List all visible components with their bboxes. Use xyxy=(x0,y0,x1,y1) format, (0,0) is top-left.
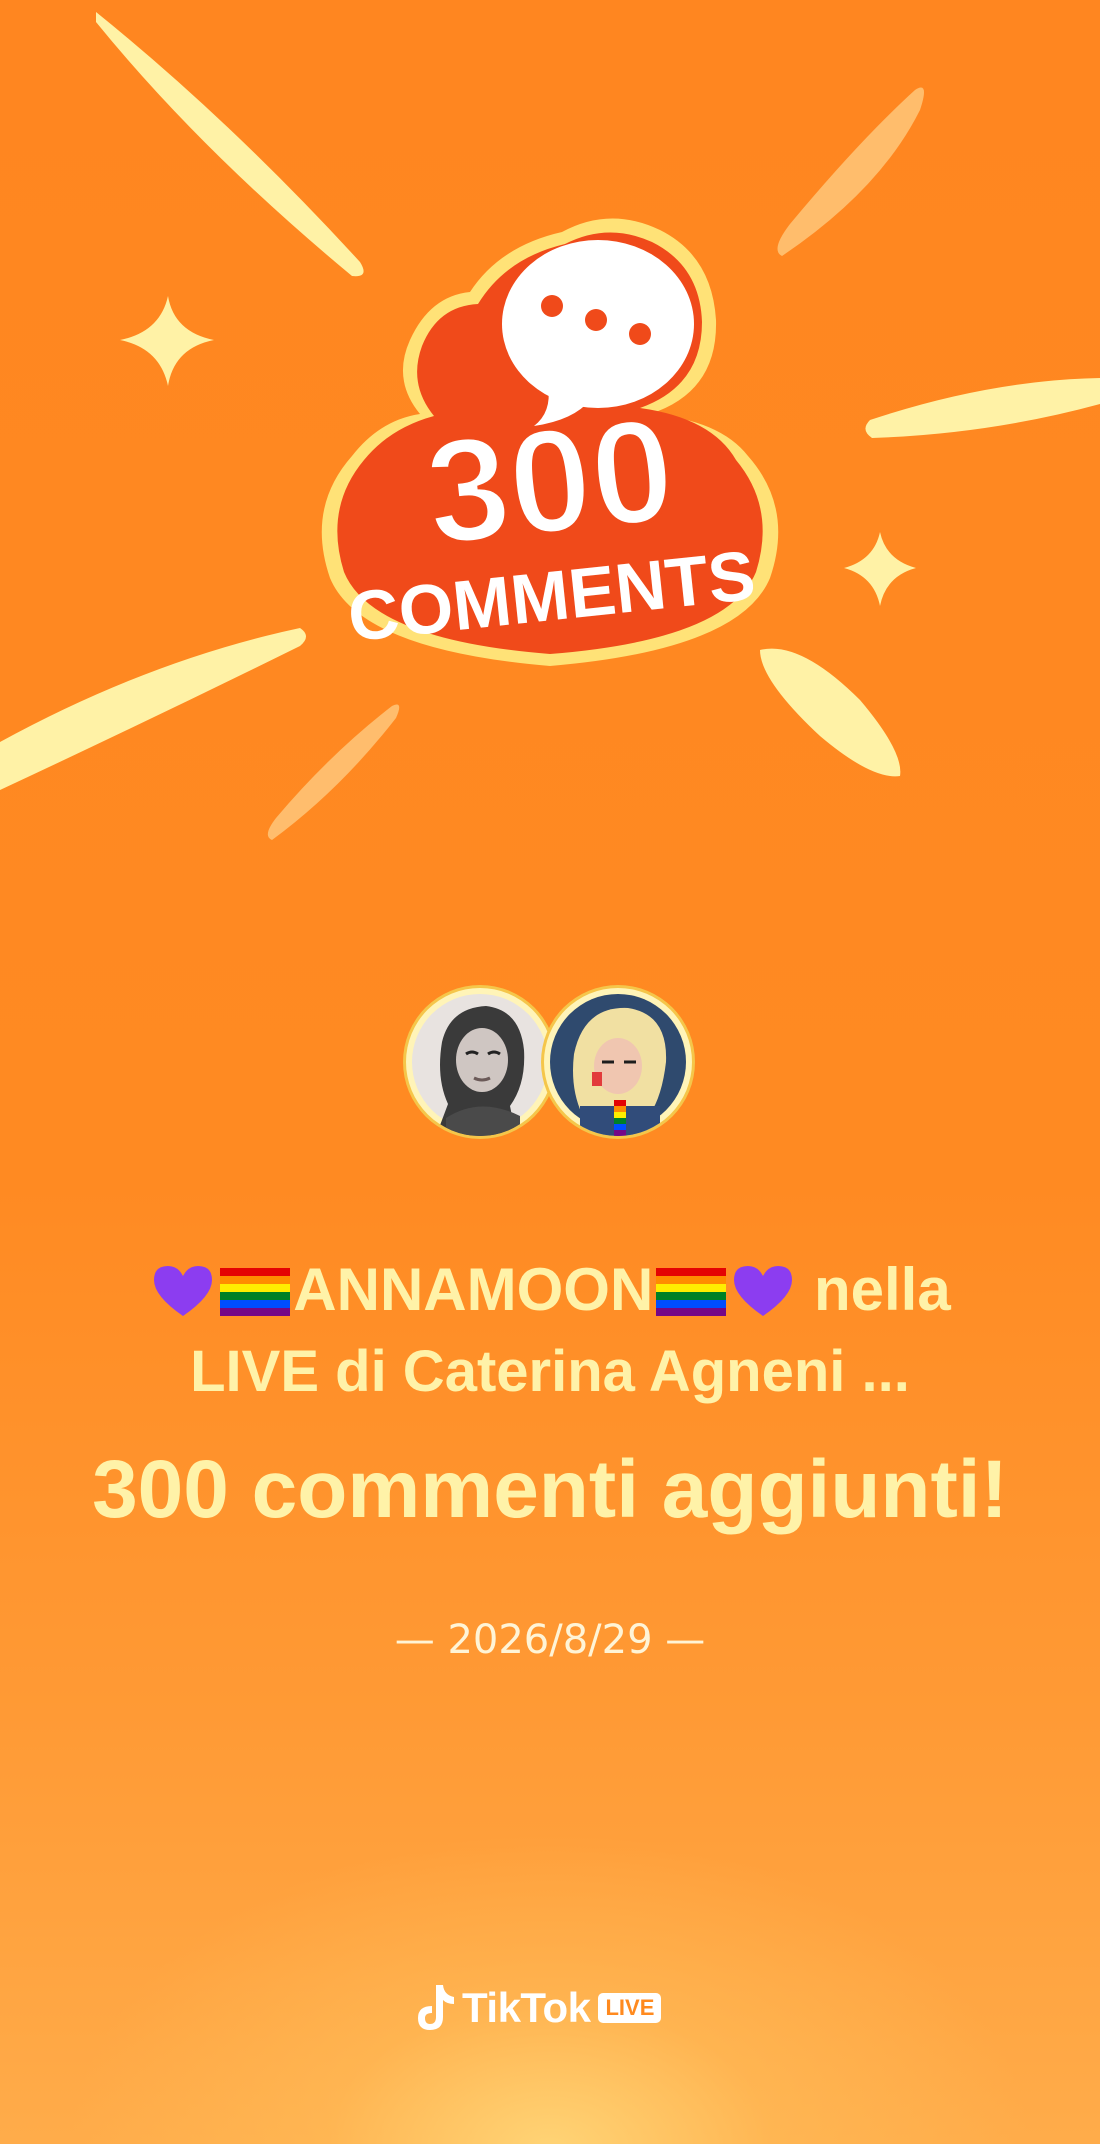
tiktok-live-logo: TikTok LIVE xyxy=(412,1978,692,2038)
ray-bottom-right xyxy=(760,648,901,777)
purple-heart-icon xyxy=(154,1266,213,1316)
live-host-line: LIVE di Caterina Agneni ... xyxy=(190,1339,910,1404)
brand-name: TikTok xyxy=(462,1984,591,2031)
rainbow-flag-icon xyxy=(656,1268,727,1316)
purple-heart-icon xyxy=(734,1266,793,1316)
ray-left xyxy=(0,628,306,790)
avatar-group xyxy=(404,988,696,1148)
tiktok-note-icon xyxy=(418,1985,454,2030)
user-name[interactable]: ANNAMOON xyxy=(293,1256,653,1323)
sparkle-icon xyxy=(844,532,916,606)
connector-text: nella xyxy=(813,1256,951,1323)
ray-top-right-faint xyxy=(777,87,924,256)
ray-top-left xyxy=(96,12,364,277)
avatar-host[interactable] xyxy=(544,988,692,1136)
celebration-burst: 300 COMMENTS xyxy=(0,12,1100,840)
milestone-card: 300 COMMENTS ANNAMOON nella LIVE di Cate… xyxy=(0,0,1100,2144)
avatar-host-image xyxy=(550,994,686,1136)
ray-bottom-left-faint xyxy=(267,704,400,840)
sparkle-icon xyxy=(120,296,214,386)
comments-badge: 300 COMMENTS xyxy=(321,218,779,667)
user-line: ANNAMOON nella xyxy=(40,1252,1060,1328)
rainbow-flag-icon xyxy=(220,1268,291,1316)
milestone-date: — 2026/8/29 — xyxy=(394,1617,706,1663)
ray-right xyxy=(865,378,1100,438)
milestone-headline: 300 commenti aggiunti! xyxy=(92,1444,1008,1535)
avatar-user[interactable] xyxy=(406,988,554,1136)
avatar-user-image xyxy=(412,994,548,1136)
live-badge: LIVE xyxy=(598,1993,662,2023)
